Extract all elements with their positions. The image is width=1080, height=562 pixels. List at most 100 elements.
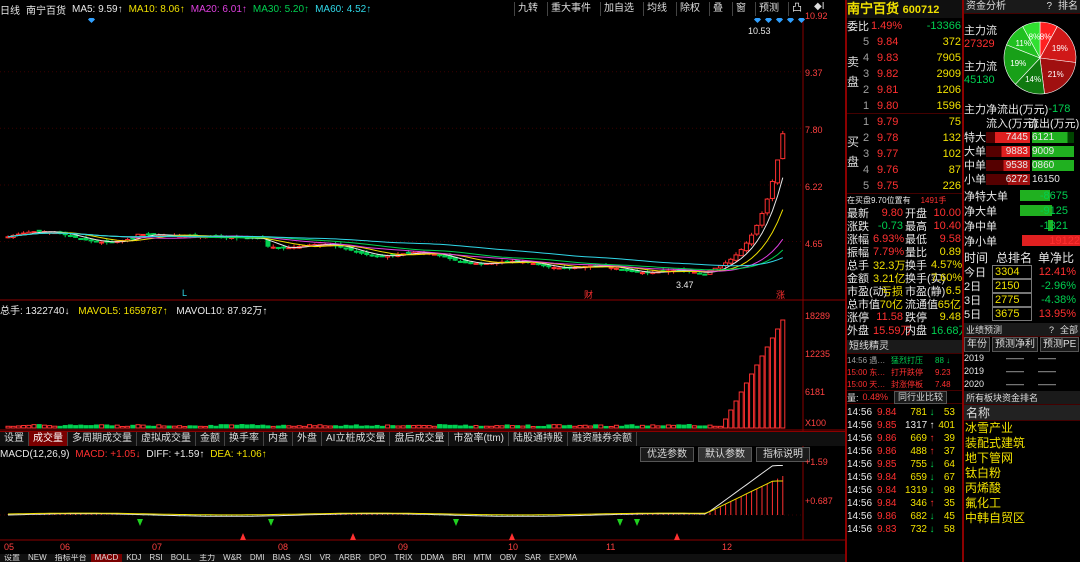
convex-button[interactable]: 凸: [788, 2, 805, 16]
tick-row[interactable]: 14:56 9.85 1317 ↑ 401: [847, 419, 962, 432]
tab-virtual-volume[interactable]: 虚拟成交量: [137, 432, 196, 446]
overlay-button[interactable]: 叠: [709, 2, 726, 16]
tick-row[interactable]: 14:56 9.86 669 ↑ 39: [847, 432, 962, 445]
indicator-main-force[interactable]: 主力: [195, 554, 219, 562]
sector-item[interactable]: 丙烯酸: [964, 481, 1080, 496]
period-label[interactable]: 日线: [0, 2, 20, 17]
sector-col-header[interactable]: 名称: [964, 405, 1080, 421]
sector-item[interactable]: 冰雪产业: [964, 421, 1080, 436]
fund-pie-chart[interactable]: 8%19%21%14%19%11%8%: [1002, 20, 1078, 96]
sector-item[interactable]: 氟化工: [964, 496, 1080, 511]
forecast-col-pe[interactable]: 预测PE: [1040, 336, 1080, 352]
buy-level[interactable]: 3 9.77 102: [863, 146, 962, 162]
volume-bar: [379, 425, 385, 429]
sector-rank-header[interactable]: 所有板块资金排名: [964, 391, 1080, 405]
ex-rights-button[interactable]: 除权: [676, 2, 703, 16]
indicator-sar[interactable]: SAR: [521, 554, 545, 562]
rank-button[interactable]: 排名: [1058, 1, 1078, 12]
volume-bar: [317, 424, 323, 429]
tick-row[interactable]: 14:56 9.84 346 ↑ 35: [847, 497, 962, 510]
forecast-col-year[interactable]: 年份: [964, 336, 990, 352]
tab-amount[interactable]: 金额: [196, 432, 225, 446]
forecast-col-profit[interactable]: 预测净利: [992, 336, 1038, 352]
industry-compare-button[interactable]: 同行业比较: [894, 390, 948, 404]
shortline-item[interactable]: 15:00 东… 打开跌停 9.23: [847, 366, 962, 378]
jiuzhuan-button[interactable]: 九转: [514, 2, 541, 16]
shortline-header[interactable]: 短线精灵: [847, 340, 962, 354]
weibi-diff: -13366: [926, 20, 961, 32]
tab-pe-ttm[interactable]: 市盈率(ttm): [449, 432, 509, 446]
tab-margin[interactable]: 融资融券余额: [568, 432, 637, 446]
indicator-settings[interactable]: 设置: [0, 554, 24, 562]
new-badge[interactable]: NEW: [24, 554, 51, 562]
tab-inner[interactable]: 内盘: [264, 432, 293, 446]
tab-settings[interactable]: 设置: [0, 432, 29, 446]
add-watchlist-button[interactable]: 加自选: [600, 2, 637, 16]
tab-volume[interactable]: 成交量: [29, 432, 68, 446]
tab-ai-volume[interactable]: AI立桩成交量: [322, 432, 391, 446]
major-events-button[interactable]: 重大事件: [547, 2, 594, 16]
tab-after-hours[interactable]: 盘后成交量: [390, 432, 450, 446]
help-icon[interactable]: ?: [1046, 1, 1052, 12]
indicator-ddma[interactable]: DDMA: [417, 554, 449, 562]
help-icon[interactable]: ?: [1049, 325, 1054, 335]
buy-level[interactable]: 1 9.79 75: [863, 114, 962, 130]
buy-book: 买盘 1 9.79 75 2 9.78 132 3 9.77 102 4 9.76 87 5 9.…: [847, 114, 962, 194]
sell-level[interactable]: 2 9.81 1206: [863, 82, 962, 98]
event-marker-limitup[interactable]: 涨: [776, 288, 785, 301]
forecast-all-button[interactable]: 全部: [1060, 325, 1078, 335]
indicator-platform[interactable]: 指标平台: [51, 554, 91, 562]
tick-row[interactable]: 14:56 9.83 732 ↓ 58: [847, 523, 962, 536]
shortline-item[interactable]: 14:56 遇… 猛烈打压 88 ↓: [847, 354, 962, 366]
rank-row: 3日 2775 -4.38%: [964, 293, 1076, 307]
tab-outer[interactable]: 外盘: [293, 432, 322, 446]
sector-item[interactable]: 装配式建筑: [964, 436, 1080, 451]
tick-row[interactable]: 14:56 9.85 755 ↓ 64: [847, 458, 962, 471]
sector-item[interactable]: 中韩自贸区: [964, 511, 1080, 526]
tick-row[interactable]: 14:56 9.84 1319 ↓ 98: [847, 484, 962, 497]
buy-level[interactable]: 4 9.76 87: [863, 162, 962, 178]
window-button[interactable]: 窗: [732, 2, 749, 16]
sell-level[interactable]: 1 9.80 1596: [863, 98, 962, 114]
indicator-macd[interactable]: MACD: [90, 554, 123, 562]
indicator-asi[interactable]: ASI: [295, 554, 316, 562]
sector-item[interactable]: 钛白粉: [964, 466, 1080, 481]
tick-row[interactable]: 14:56 9.84 781 ↓ 53: [847, 406, 962, 419]
event-marker-l[interactable]: L: [182, 288, 187, 298]
indicator-expma[interactable]: EXPMA: [545, 554, 581, 562]
sector-item[interactable]: 地下管网: [964, 451, 1080, 466]
optimal-params-button[interactable]: 优选参数: [640, 447, 694, 462]
indicator-wr[interactable]: W&R: [219, 554, 246, 562]
tick-row[interactable]: 14:56 9.86 682 ↓ 45: [847, 510, 962, 523]
tab-hk-connect[interactable]: 陆股通持股: [509, 432, 568, 446]
buy-level[interactable]: 5 9.75 226: [863, 178, 962, 194]
indicator-arbr[interactable]: ARBR: [335, 554, 365, 562]
industry-compare-row: 量: 0.48% 同行业比较: [847, 390, 962, 404]
indicator-bri[interactable]: BRI: [448, 554, 469, 562]
indicator-bias[interactable]: BIAS: [269, 554, 295, 562]
indicator-help-button[interactable]: 指标说明: [756, 447, 810, 462]
chart-canvas[interactable]: [0, 0, 845, 562]
indicator-obv[interactable]: OBV: [496, 554, 521, 562]
indicator-boll[interactable]: BOLL: [167, 554, 195, 562]
buy-level[interactable]: 2 9.78 132: [863, 130, 962, 146]
event-marker-finance[interactable]: 财: [584, 288, 593, 301]
forecast-button[interactable]: 预测: [755, 2, 782, 16]
indicator-trix[interactable]: TRIX: [390, 554, 416, 562]
tab-turnover[interactable]: 换手率: [225, 432, 264, 446]
default-params-button[interactable]: 默认参数: [698, 447, 752, 462]
tab-multi-period-volume[interactable]: 多周期成交量: [68, 432, 137, 446]
indicator-kdj[interactable]: KDJ: [122, 554, 145, 562]
indicator-dpo[interactable]: DPO: [365, 554, 390, 562]
indicator-vr[interactable]: VR: [316, 554, 335, 562]
tick-row[interactable]: 14:56 9.86 488 ↑ 37: [847, 445, 962, 458]
tick-row[interactable]: 14:56 9.84 659 ↓ 67: [847, 471, 962, 484]
sell-level[interactable]: 4 9.83 7905: [863, 50, 962, 66]
sell-level[interactable]: 3 9.82 2909: [863, 66, 962, 82]
indicator-mtm[interactable]: MTM: [470, 554, 496, 562]
sell-level[interactable]: 5 9.84 372: [863, 34, 962, 50]
ma-settings-button[interactable]: 均线: [643, 2, 670, 16]
indicator-dmi[interactable]: DMI: [246, 554, 269, 562]
shortline-item[interactable]: 15:00 天… 封涨停板 7.48: [847, 378, 962, 390]
indicator-rsi[interactable]: RSI: [145, 554, 166, 562]
